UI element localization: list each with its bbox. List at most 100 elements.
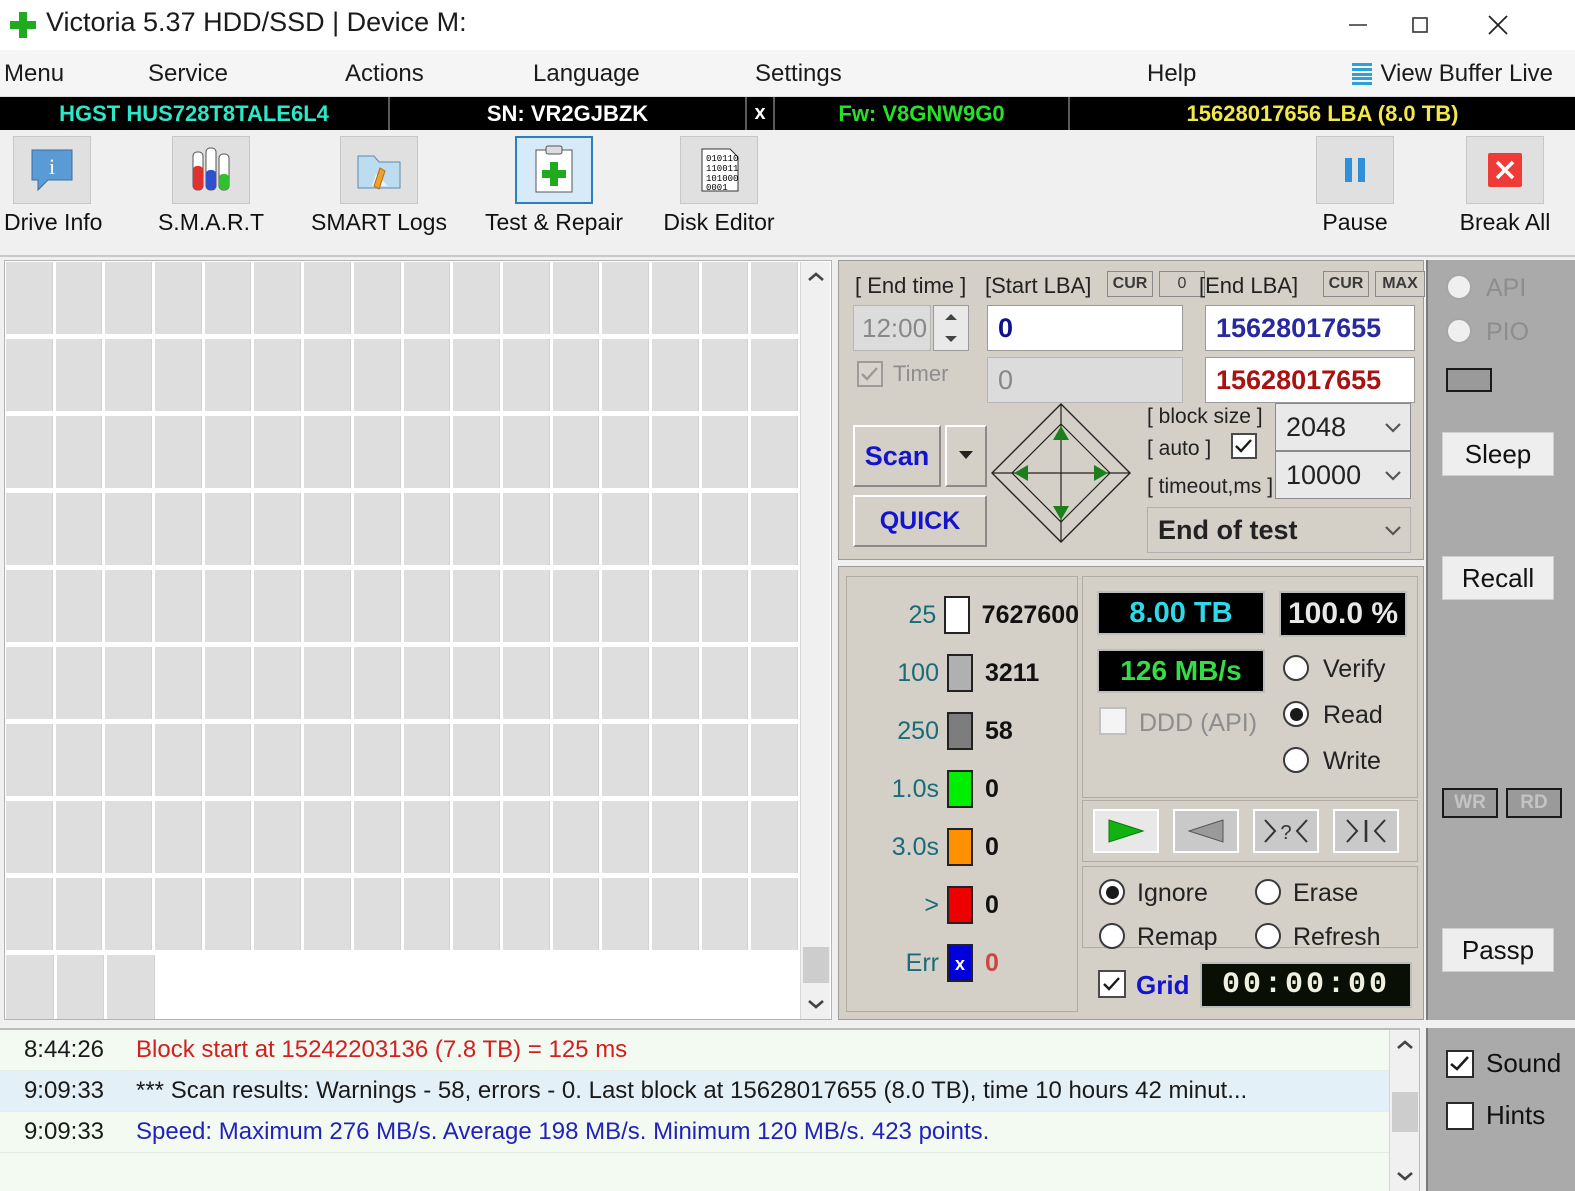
surface-map-block[interactable] xyxy=(6,801,53,873)
jump-to-icon[interactable] xyxy=(1333,809,1399,853)
surface-map-block[interactable] xyxy=(552,339,600,411)
surface-map-block[interactable] xyxy=(751,878,798,950)
surface-map-block[interactable] xyxy=(254,262,302,334)
surface-map-block[interactable] xyxy=(6,878,53,950)
surface-map-block[interactable] xyxy=(552,570,600,642)
surface-map-block[interactable] xyxy=(701,570,749,642)
surface-map-block[interactable] xyxy=(6,339,53,411)
surface-map-block[interactable] xyxy=(353,570,401,642)
map-scrollbar[interactable] xyxy=(800,262,830,1019)
menu-item-service[interactable]: Service xyxy=(148,60,228,88)
surface-map-block[interactable] xyxy=(155,647,202,719)
surface-map-block[interactable] xyxy=(403,570,451,642)
surface-map-block[interactable] xyxy=(204,570,252,642)
surface-map-grid[interactable] xyxy=(6,262,801,1019)
surface-map-block[interactable] xyxy=(502,416,550,488)
surface-map-block[interactable] xyxy=(55,339,103,411)
surface-map-block[interactable] xyxy=(453,262,500,334)
auto-checkbox[interactable] xyxy=(1231,433,1257,459)
timeout-combo[interactable]: 10000 xyxy=(1275,451,1411,499)
drive-close-button[interactable]: x xyxy=(745,97,773,130)
surface-map-block[interactable] xyxy=(204,493,252,565)
surface-map-block[interactable] xyxy=(602,416,649,488)
surface-map-block[interactable] xyxy=(155,262,202,334)
surface-map-block[interactable] xyxy=(55,801,103,873)
surface-map-block[interactable] xyxy=(751,339,798,411)
surface-map-block[interactable] xyxy=(701,878,749,950)
surface-map-block[interactable] xyxy=(502,493,550,565)
surface-map-block[interactable] xyxy=(304,339,351,411)
surface-map-block[interactable] xyxy=(204,724,252,796)
surface-map-block[interactable] xyxy=(353,416,401,488)
surface-map-block[interactable] xyxy=(701,416,749,488)
surface-map-block[interactable] xyxy=(403,647,451,719)
verify-radio[interactable] xyxy=(1283,655,1309,681)
toolbar-button-break-all[interactable]: Break All xyxy=(1440,136,1570,236)
surface-map-block[interactable] xyxy=(353,878,401,950)
surface-map-block[interactable] xyxy=(254,724,302,796)
wr-indicator[interactable]: WR xyxy=(1442,788,1498,818)
surface-map-block[interactable] xyxy=(502,801,550,873)
end-time-spinner[interactable] xyxy=(933,305,969,351)
surface-map-block[interactable] xyxy=(353,493,401,565)
menu-item-help[interactable]: Help xyxy=(1147,60,1196,88)
surface-map-block[interactable] xyxy=(701,724,749,796)
spinner-up-icon[interactable] xyxy=(934,306,968,328)
surface-map-block[interactable] xyxy=(403,416,451,488)
scan-dropdown-button[interactable] xyxy=(945,425,987,487)
toolbar-button-smart[interactable]: S.M.A.R.T xyxy=(135,136,287,236)
sound-option[interactable]: Sound xyxy=(1446,1048,1561,1079)
surface-map-block[interactable] xyxy=(105,339,153,411)
surface-map-block[interactable] xyxy=(304,262,351,334)
surface-map-block[interactable] xyxy=(602,724,649,796)
end-of-test-combo[interactable]: End of test xyxy=(1147,507,1411,553)
read-radio[interactable] xyxy=(1283,701,1309,727)
recall-button[interactable]: Recall xyxy=(1442,556,1554,600)
end-time-field[interactable]: 12:00 xyxy=(853,305,931,351)
surface-map-block[interactable] xyxy=(453,493,500,565)
surface-map-block[interactable] xyxy=(602,647,649,719)
surface-map-block[interactable] xyxy=(552,878,600,950)
surface-map-block[interactable] xyxy=(651,724,699,796)
surface-map-block[interactable] xyxy=(353,724,401,796)
surface-map-block[interactable] xyxy=(155,493,202,565)
surface-map-block[interactable] xyxy=(107,955,155,1019)
surface-map-block[interactable] xyxy=(6,262,53,334)
surface-map-block[interactable] xyxy=(254,493,302,565)
end-lba-cur-button[interactable]: CUR xyxy=(1323,271,1369,297)
remap-radio[interactable] xyxy=(1099,923,1125,949)
menu-item-language[interactable]: Language xyxy=(533,60,640,88)
surface-map-block[interactable] xyxy=(453,570,500,642)
surface-map-block[interactable] xyxy=(55,416,103,488)
surface-map-block[interactable] xyxy=(55,262,103,334)
surface-map-block[interactable] xyxy=(701,493,749,565)
surface-map-block[interactable] xyxy=(403,339,451,411)
surface-map-block[interactable] xyxy=(651,570,699,642)
surface-map-block[interactable] xyxy=(502,262,550,334)
grid-checkbox[interactable] xyxy=(1098,970,1126,998)
surface-map-block[interactable] xyxy=(204,416,252,488)
surface-map-block[interactable] xyxy=(155,724,202,796)
surface-map-block[interactable] xyxy=(552,262,600,334)
surface-map-block[interactable] xyxy=(204,878,252,950)
surface-map-block[interactable] xyxy=(651,801,699,873)
surface-map-block[interactable] xyxy=(204,647,252,719)
surface-map-block[interactable] xyxy=(304,801,351,873)
surface-map-block[interactable] xyxy=(651,878,699,950)
surface-map-block[interactable] xyxy=(751,647,798,719)
surface-map-block[interactable] xyxy=(254,416,302,488)
menu-item-settings[interactable]: Settings xyxy=(755,60,842,88)
surface-map-block[interactable] xyxy=(304,647,351,719)
scan-button[interactable]: Scan xyxy=(853,425,941,487)
surface-map-block[interactable] xyxy=(353,647,401,719)
end-lba-input[interactable]: 15628017655 xyxy=(1205,305,1415,351)
chevron-down-icon[interactable] xyxy=(1390,1161,1420,1191)
surface-map-block[interactable] xyxy=(105,262,153,334)
hints-option[interactable]: Hints xyxy=(1446,1100,1545,1131)
surface-map-block[interactable] xyxy=(55,570,103,642)
play-backward-icon[interactable] xyxy=(1173,809,1239,853)
dpad-diamond-icon[interactable] xyxy=(990,402,1132,544)
surface-map-block[interactable] xyxy=(502,724,550,796)
surface-map-block[interactable] xyxy=(602,801,649,873)
log-scrollbar-thumb[interactable] xyxy=(1392,1092,1418,1132)
